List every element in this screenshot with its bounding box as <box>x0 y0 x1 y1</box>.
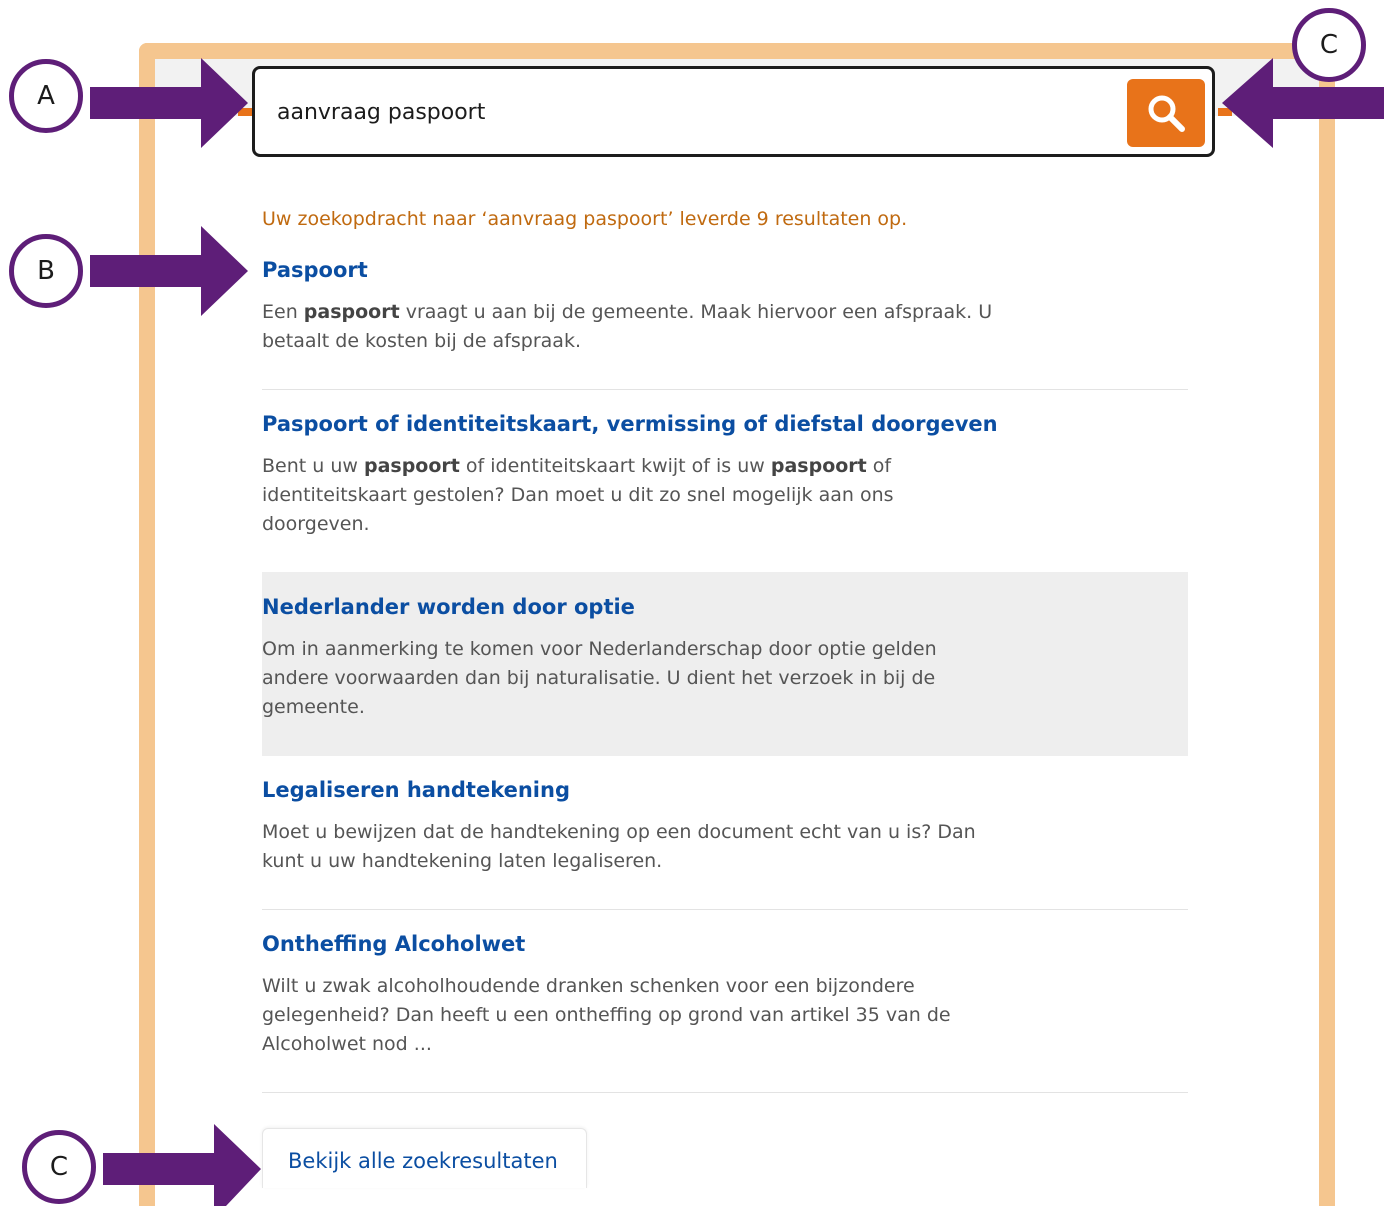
results-summary: Uw zoekopdracht naar ‘aanvraag paspoort’… <box>262 208 908 230</box>
callout-a: A <box>9 59 83 133</box>
search-result: Paspoort of identiteitskaart, vermissing… <box>262 406 1188 546</box>
result-divider <box>262 909 1188 910</box>
result-title-link[interactable]: Nederlander worden door optie <box>262 595 635 619</box>
search-result: Ontheffing Alcoholwet Wilt u zwak alcoho… <box>262 926 1188 1066</box>
highlighted-term: paspoort <box>770 455 867 477</box>
result-divider <box>262 389 1188 390</box>
result-description: Bent u uw paspoort of identiteitskaart k… <box>262 455 894 535</box>
result-title-link[interactable]: Paspoort of identiteitskaart, vermissing… <box>262 412 998 436</box>
callout-b: B <box>9 234 83 308</box>
arrow-right-icon <box>90 58 248 148</box>
highlighted-term: paspoort <box>363 455 460 477</box>
arrow-right-icon <box>90 226 248 316</box>
search-bar <box>252 66 1215 157</box>
search-result: Paspoort Een paspoort vraagt u aan bij d… <box>262 252 1188 362</box>
result-description: Om in aanmerking te komen voor Nederland… <box>262 638 937 718</box>
arrow-right-icon <box>103 1124 261 1206</box>
callout-c-bottom: C <box>22 1130 96 1204</box>
result-title-link[interactable]: Paspoort <box>262 258 368 282</box>
result-description: Een paspoort vraagt u aan bij de gemeent… <box>262 301 993 352</box>
view-all-results-button[interactable]: Bekijk alle zoekresultaten <box>262 1128 587 1188</box>
arrow-left-icon <box>1222 58 1384 148</box>
search-input[interactable] <box>277 91 1097 133</box>
search-result-hovered: Nederlander worden door optie Om in aanm… <box>262 572 1188 756</box>
view-all-results-label: Bekijk alle zoekresultaten <box>288 1149 558 1173</box>
result-description: Wilt u zwak alcoholhoudende dranken sche… <box>262 975 951 1055</box>
highlighted-term: paspoort <box>303 301 400 323</box>
result-title-link[interactable]: Legaliseren handtekening <box>262 778 570 802</box>
search-result: Legaliseren handtekening Moet u bewijzen… <box>262 772 1188 882</box>
search-button[interactable] <box>1127 79 1205 147</box>
result-divider <box>262 1092 1188 1093</box>
result-title-link[interactable]: Ontheffing Alcoholwet <box>262 932 525 956</box>
result-description: Moet u bewijzen dat de handtekening op e… <box>262 821 976 872</box>
search-icon <box>1148 95 1185 132</box>
